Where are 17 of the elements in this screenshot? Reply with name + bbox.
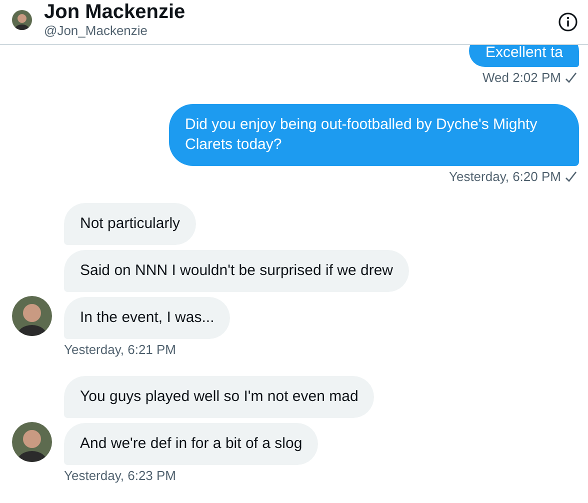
avatar[interactable]	[12, 422, 52, 462]
message-bubble: Not particularly	[64, 203, 196, 245]
info-icon[interactable]	[558, 12, 578, 32]
contact-name: Jon Mackenzie	[44, 1, 186, 23]
message-bubble: Excellent ta	[469, 45, 579, 67]
timestamp: Yesterday, 6:23 PM	[64, 468, 176, 484]
message-bubble: You guys played well so I'm not even mad	[64, 376, 374, 418]
avatar[interactable]	[12, 10, 32, 30]
message-bubble: Said on NNN I wouldn't be surprised if we drew	[64, 250, 410, 292]
message-bubble: In the event, I was...	[64, 297, 230, 339]
timestamp: Yesterday, 6:21 PM	[64, 342, 176, 358]
timestamp: Wed 2:02 PM	[482, 70, 561, 86]
avatar[interactable]	[12, 296, 52, 336]
message-bubble: Did you enjoy being out-footballed by Dyche's Mighty Clarets today?	[169, 104, 579, 166]
contact-handle: @Jon_Mackenzie	[44, 23, 149, 39]
timestamp: Yesterday, 6:20 PM	[448, 169, 561, 185]
message-bubble: And we're def in for a bit of a slog	[64, 423, 318, 465]
